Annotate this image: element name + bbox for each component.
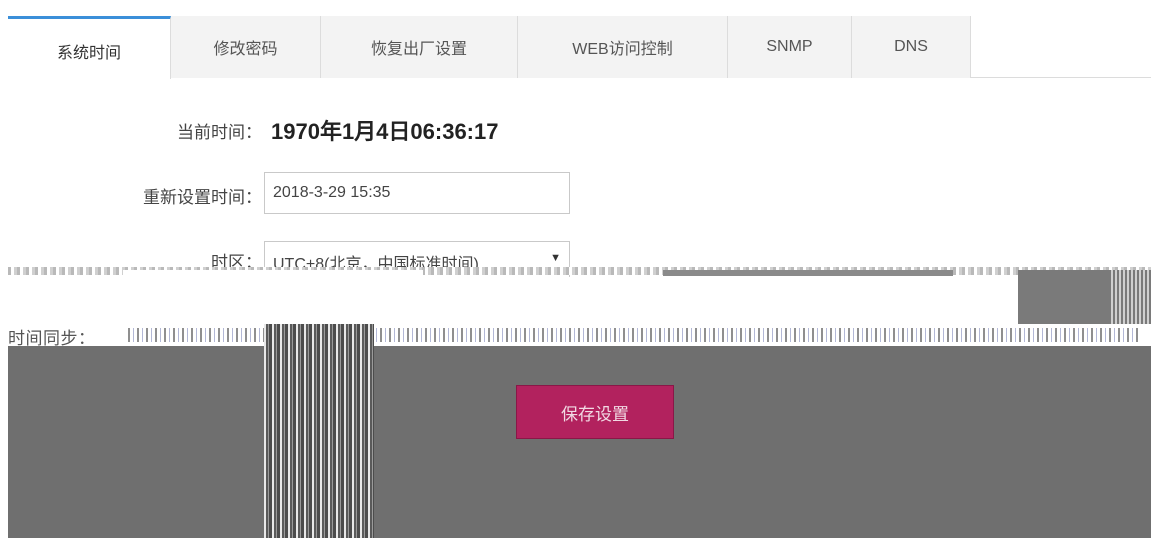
tab-label: 系统时间 [56,45,121,62]
render-artifact-block [123,270,423,284]
render-artifact-bar [663,270,953,276]
current-time-label: 当前时间： [177,123,262,142]
render-artifact-grey-block [1018,270,1151,332]
tab-web-access-control[interactable]: WEB访问控制 [518,16,728,78]
chevron-down-icon: ▼ [550,252,561,264]
current-time-value: 1970年1月4日06:36:17 [271,119,499,144]
render-artifact-vertical-lines [264,324,374,538]
time-sync-label: 时间同步： [8,329,96,346]
tab-label: SNMP [766,38,813,55]
tab-label: DNS [894,38,928,55]
tab-label: 修改密码 [213,41,278,58]
save-settings-button[interactable]: 保存设置 [516,385,674,439]
system-settings-panel: 系统时间 修改密码 恢复出厂设置 WEB访问控制 SNMP DNS 当前时间： … [8,8,1151,538]
tab-label: WEB访问控制 [572,41,673,58]
render-artifact-grey-area [8,346,1151,538]
tab-system-time[interactable]: 系统时间 [8,16,171,79]
tab-factory-reset[interactable]: 恢复出厂设置 [321,16,518,78]
tab-dns[interactable]: DNS [852,16,971,78]
settings-tabs: 系统时间 修改密码 恢复出厂设置 WEB访问控制 SNMP DNS [8,16,1151,79]
reset-time-label: 重新设置时间： [143,188,262,207]
tab-bar-filler [971,16,1151,77]
tab-change-password[interactable]: 修改密码 [171,16,321,78]
reset-time-input[interactable] [264,172,570,214]
render-artifact-stripes [1111,270,1151,332]
tab-snmp[interactable]: SNMP [728,16,852,78]
time-sync-row: 时间同步： [8,324,1151,346]
tab-label: 恢复出厂设置 [370,41,467,58]
